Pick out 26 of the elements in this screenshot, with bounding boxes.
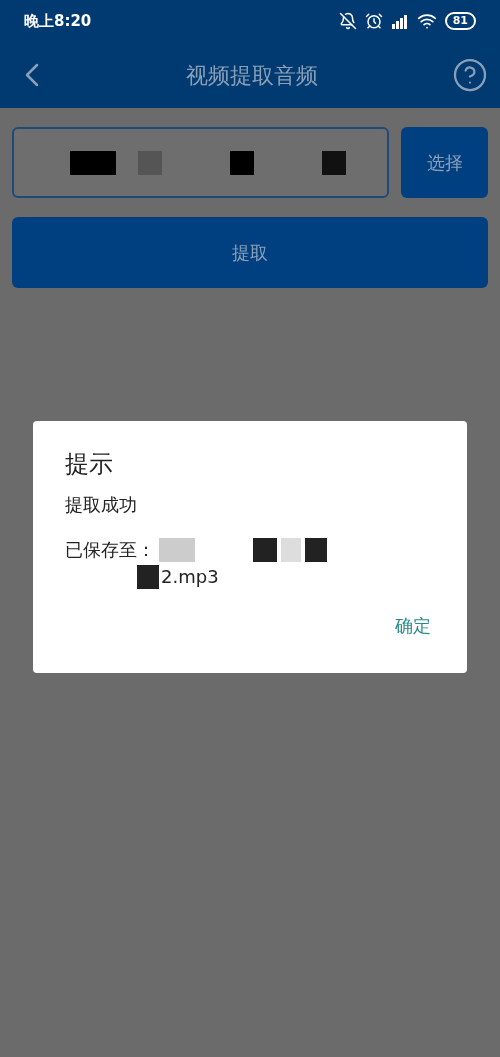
redaction-mark [281,537,301,562]
redaction-mark [137,564,159,589]
extract-button[interactable]: 提取 [12,217,488,288]
redaction-mark [70,150,116,175]
redaction-mark [253,537,277,562]
alarm-icon [364,12,383,30]
dialog-message: 提取成功 [65,493,138,517]
battery-level: 81 [444,12,476,30]
bell-off-icon [338,12,357,30]
save-path-filename: 2.mp3 [161,565,219,589]
redaction-mark [322,150,346,175]
dialog-title: 提示 [65,449,114,479]
wifi-icon [416,11,437,31]
confirm-button[interactable]: 确定 [391,612,435,639]
redaction-mark [305,537,327,562]
redaction-mark [138,150,162,175]
select-button[interactable]: 选择 [401,127,488,198]
redaction-mark [230,150,254,175]
redaction-mark [159,537,195,562]
file-path-field[interactable] [12,127,389,198]
help-icon [452,57,488,93]
save-path-label: 已保存至： [65,538,155,562]
status-time: 晚上8:20 [24,10,92,32]
help-button[interactable] [452,57,488,93]
page-title: 视频提取音频 [186,61,318,90]
signal-icon [390,13,409,29]
